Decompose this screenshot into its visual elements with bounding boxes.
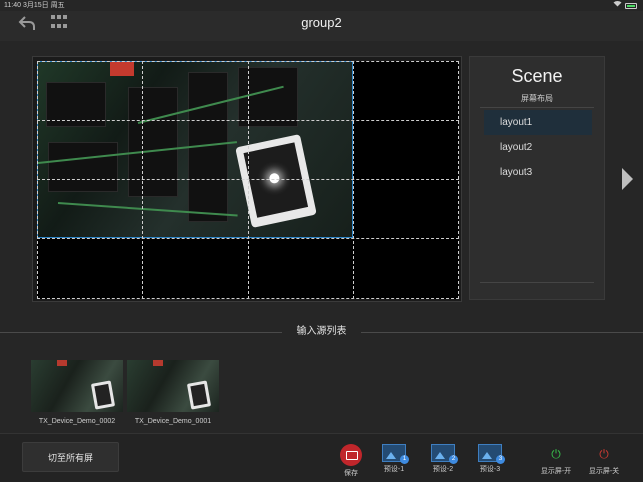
display-off-label: 显示屏-关 [588,468,620,475]
preset-2-button[interactable]: 2 预设-2 [423,444,463,474]
source-item[interactable]: TX_Device_Demo_0001 [127,360,219,425]
source-thumbnail[interactable] [31,360,123,412]
status-indicators [613,0,637,11]
grid-line-vertical [142,61,143,299]
sources-header: 输入源列表 [0,322,643,342]
preset-badge: 1 [400,455,409,464]
video-wall-stage [32,56,462,302]
display-on-button[interactable]: ⏻ 显示屏-开 [536,444,576,476]
scene-title: Scene [511,66,563,86]
status-time-date: 11:40 3月15日 周五 [4,0,65,11]
scene-subtitle: 屏幕布局 [521,94,553,103]
grid-line-vertical [248,61,249,299]
thumb-red-object [57,360,67,366]
layout-item-2[interactable]: layout2 [484,135,592,160]
layout-item-3[interactable]: layout3 [484,160,592,185]
thumb-red-object [153,360,163,366]
save-label: 保存 [344,470,358,477]
scene-panel: Scene 屏幕布局 layout1 layout2 layout3 [469,56,605,300]
wifi-icon [613,0,622,11]
source-name: TX_Device_Demo_0002 [38,418,116,425]
display-off-button[interactable]: ⏻ 显示屏-关 [584,444,624,476]
source-name: TX_Device_Demo_0001 [134,418,212,425]
grid-line-horizontal [37,179,459,180]
page-title: group2 [301,15,342,30]
source-item[interactable]: TX_Device_Demo_0002 [31,360,123,425]
sources-header-label: 输入源列表 [296,326,347,337]
layout-item-1[interactable]: layout1 [484,110,592,135]
status-time: 11:40 [4,2,21,9]
thumb-tablet [186,380,212,410]
battery-icon [625,2,637,9]
preset-image-icon: 1 [382,444,409,464]
preset-1-label: 预设-1 [383,466,405,473]
switch-all-screens-button[interactable]: 切至所有屏 [22,442,119,472]
display-on-label: 显示屏-开 [540,468,572,475]
thumb-tablet [90,380,116,410]
preset-2-label: 预设-2 [432,466,454,473]
status-bar: 11:40 3月15日 周五 [0,0,643,11]
save-button[interactable]: 保存 [331,444,371,478]
video-wall-canvas[interactable] [37,61,459,299]
preset-3-label: 预设-3 [479,466,501,473]
preset-badge: 2 [449,455,458,464]
preset-3-button[interactable]: 3 预设-3 [470,444,510,474]
preset-badge: 3 [496,455,505,464]
grid-line-horizontal [37,120,459,121]
next-arrow-icon[interactable] [622,168,633,190]
grid-line-horizontal [37,238,459,239]
status-date: 3月15日 周五 [22,2,65,9]
preset-1-button[interactable]: 1 预设-1 [374,444,414,474]
preset-image-icon: 3 [478,444,505,464]
save-icon [340,444,362,466]
power-off-icon: ⏻ [599,446,609,461]
grid-line-vertical [353,61,354,299]
navigation-bar: group2 [0,11,643,41]
power-on-icon: ⏻ [551,446,561,461]
divider [480,282,594,283]
divider [480,107,594,108]
source-thumbnail[interactable] [127,360,219,412]
preset-image-icon: 2 [431,444,458,464]
